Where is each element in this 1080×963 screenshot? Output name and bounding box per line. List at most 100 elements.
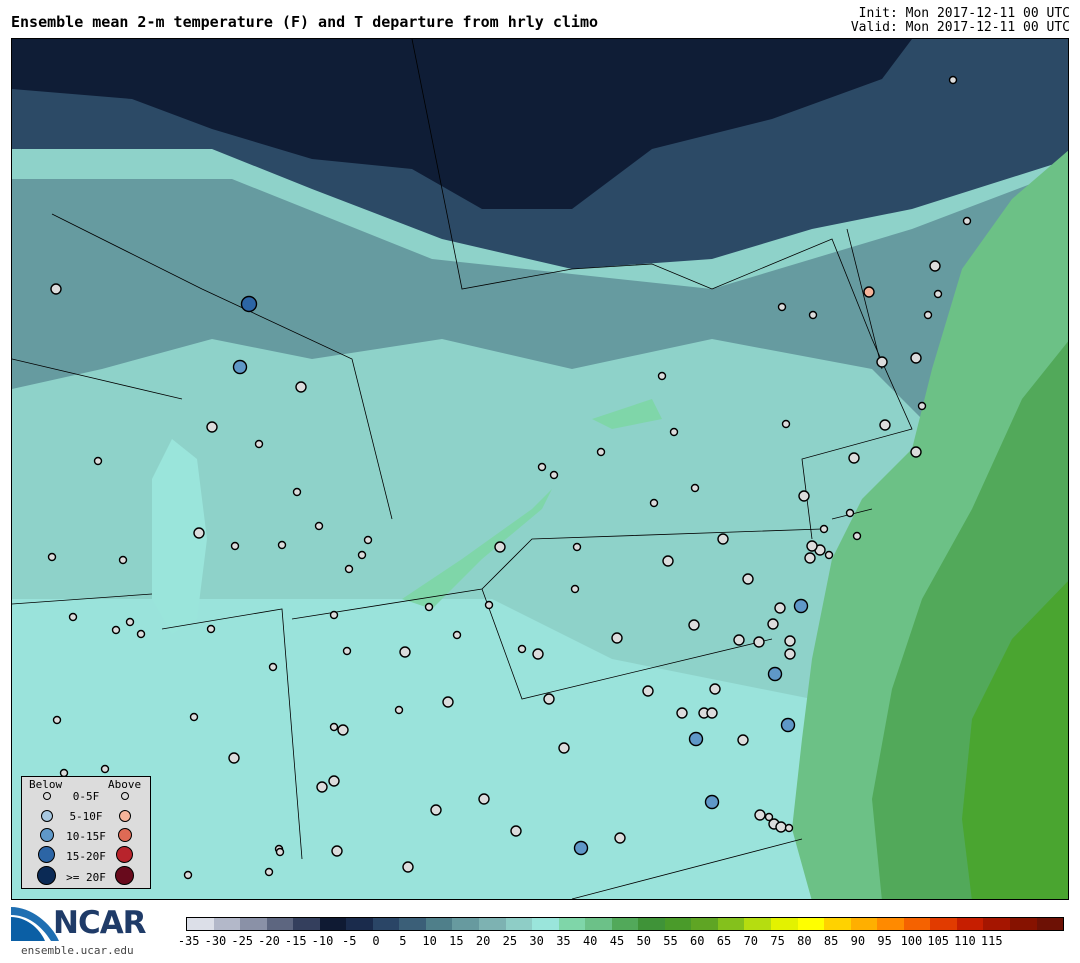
station-marker <box>819 524 829 534</box>
station-marker <box>344 564 354 574</box>
colorbar-tick-label: 80 <box>797 934 812 948</box>
colorbar-tick-label: 90 <box>850 934 866 948</box>
legend-dot-below <box>43 792 51 800</box>
station-marker <box>917 401 927 411</box>
colorbar-swatch <box>611 918 639 930</box>
legend-dot-above <box>118 828 132 842</box>
colorbar-swatch <box>664 918 692 930</box>
colorbar-tick-label: 65 <box>716 934 732 948</box>
station-marker <box>206 421 218 433</box>
station-marker <box>774 602 786 614</box>
station-marker <box>767 618 779 630</box>
station-marker <box>962 216 972 226</box>
station-marker <box>399 646 411 658</box>
station-marker <box>558 742 570 754</box>
station-marker <box>910 446 922 458</box>
colorbar-tick-label: -10 <box>311 934 334 948</box>
station-marker <box>329 610 339 620</box>
colorbar-tick-label: -20 <box>258 934 280 948</box>
legend-dot-below <box>37 866 56 885</box>
legend-dot-above <box>119 810 131 822</box>
colorbar-swatch <box>717 918 745 930</box>
colorbar-swatch <box>903 918 931 930</box>
legend-row-15-20: 15-20F <box>22 846 150 867</box>
colorbar-swatch <box>744 918 772 930</box>
station-marker <box>933 289 943 299</box>
colorbar-tick-label: 95 <box>877 934 892 948</box>
station-marker <box>808 310 818 320</box>
station-marker <box>277 540 287 550</box>
legend-label: >= 20F <box>66 871 106 884</box>
colorbar-swatch <box>850 918 878 930</box>
station-marker <box>50 283 62 295</box>
station-marker <box>316 781 328 793</box>
station-marker <box>47 552 57 562</box>
colorbar-swatch <box>213 918 241 930</box>
station-marker <box>494 541 506 553</box>
station-marker <box>292 487 302 497</box>
station-marker <box>532 648 544 660</box>
station-marker <box>543 693 555 705</box>
station-marker <box>742 573 754 585</box>
colorbar-tick-label: 30 <box>529 934 544 948</box>
station-marker <box>328 775 340 787</box>
station-marker <box>136 629 146 639</box>
station-marker <box>717 533 729 545</box>
colorbar-swatch <box>877 918 904 930</box>
colorbar-swatch <box>425 918 453 930</box>
station-marker <box>824 550 834 560</box>
colorbar-swatch <box>824 918 851 930</box>
colorbar-tick-label: -15 <box>284 934 307 948</box>
colorbar-tick-label: 10 <box>422 934 437 948</box>
colorbar-swatch <box>983 918 1010 930</box>
run-times: Init: Mon 2017-12-11 00 UTC Valid: Mon 2… <box>851 7 1070 35</box>
colorbar-swatch <box>319 918 347 930</box>
colorbar-swatch <box>797 918 825 930</box>
station-marker <box>264 867 274 877</box>
station-marker <box>780 717 796 733</box>
colorbar-ticks: -35 -30 -25 -20 -15 -10 -5 0 5 10 15 20 25 30 35 40 45 50… <box>178 934 1064 948</box>
station-marker <box>228 752 240 764</box>
colorbar-swatch <box>956 918 984 930</box>
colorbar-tick-label: -35 <box>177 934 200 948</box>
colorbar-swatch <box>293 918 320 930</box>
valid-time: Valid: Mon 2017-12-11 00 UTC <box>850 20 1070 35</box>
station-marker <box>189 712 199 722</box>
station-marker <box>753 636 765 648</box>
station-marker <box>295 381 307 393</box>
colorbar-tick-label: 40 <box>582 934 598 948</box>
legend-label: 15-20F <box>66 850 106 863</box>
station-marker <box>118 555 128 565</box>
legend-row-10-15: 10-15F <box>22 827 150 847</box>
station-marker <box>852 531 862 541</box>
colorbar-tick-label: -25 <box>231 934 254 948</box>
station-marker <box>704 794 720 810</box>
station-marker <box>688 619 700 631</box>
station-marker <box>948 75 958 85</box>
temperature-map <box>11 38 1069 900</box>
station-marker <box>206 624 216 634</box>
colorbar <box>186 917 1064 931</box>
station-marker <box>254 439 264 449</box>
station-marker <box>93 456 103 466</box>
station-marker <box>452 630 462 640</box>
station-marker <box>662 555 674 567</box>
station-marker <box>111 625 121 635</box>
station-marker <box>709 683 721 695</box>
station-marker <box>402 861 414 873</box>
station-marker <box>910 352 922 364</box>
station-marker <box>784 648 796 660</box>
station-marker <box>268 662 278 672</box>
station-marker <box>193 527 205 539</box>
station-marker <box>342 646 352 656</box>
station-marker <box>570 584 580 594</box>
colorbar-tick-label: 60 <box>690 934 705 948</box>
station-marker <box>784 635 796 647</box>
station-marker <box>781 419 791 429</box>
station-marker <box>572 542 582 552</box>
station-marker <box>806 540 818 552</box>
station-marker <box>484 600 494 610</box>
station-marker <box>394 705 404 715</box>
colorbar-tick-label: 5 <box>399 934 407 948</box>
colorbar-tick-label: 25 <box>502 934 518 948</box>
